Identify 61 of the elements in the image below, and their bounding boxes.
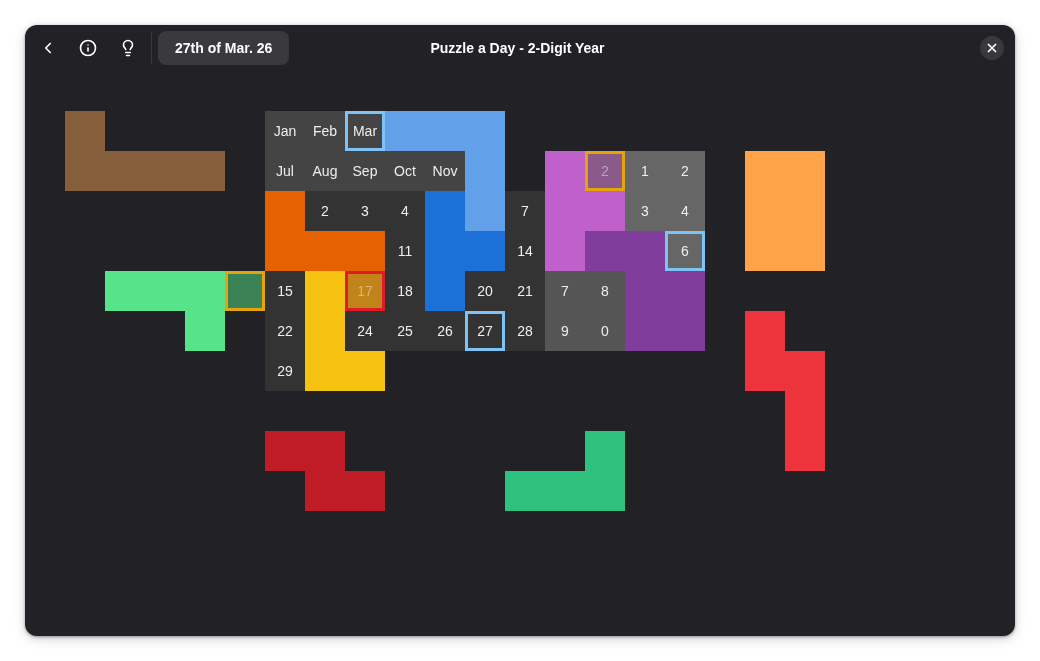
- board-cell: 6: [665, 231, 705, 271]
- board-cell: 22: [265, 311, 305, 351]
- board-cell: 3: [625, 191, 665, 231]
- board-cell: 15: [265, 271, 305, 311]
- board-cell: 7: [505, 191, 545, 231]
- piece-square[interactable]: [745, 311, 785, 351]
- piece-square[interactable]: [265, 431, 305, 471]
- board-cell: 17: [345, 271, 385, 311]
- piece-square[interactable]: [345, 231, 385, 271]
- piece-square[interactable]: [65, 111, 105, 151]
- piece-square[interactable]: [225, 271, 265, 311]
- piece-square[interactable]: [585, 431, 625, 471]
- piece-square[interactable]: [385, 111, 425, 151]
- piece-square[interactable]: [785, 431, 825, 471]
- board-cell: 9: [545, 311, 585, 351]
- piece-square[interactable]: [545, 151, 585, 191]
- board-cell: 2: [665, 151, 705, 191]
- board-cell: 2: [585, 151, 625, 191]
- close-icon: [985, 41, 999, 55]
- board-cell: Oct: [385, 151, 425, 191]
- board-cell: Nov: [425, 151, 465, 191]
- board-cell: 29: [265, 351, 305, 391]
- board-cell: 4: [665, 191, 705, 231]
- info-icon: [79, 39, 97, 57]
- piece-square[interactable]: [585, 231, 625, 271]
- piece-square[interactable]: [425, 271, 465, 311]
- board-cell: 0: [585, 311, 625, 351]
- piece-square[interactable]: [265, 191, 305, 231]
- board-cell: 21: [505, 271, 545, 311]
- board-cell: 4: [385, 191, 425, 231]
- piece-square[interactable]: [425, 191, 465, 231]
- piece-square[interactable]: [545, 231, 585, 271]
- board-cell: 25: [385, 311, 425, 351]
- piece-square[interactable]: [345, 471, 385, 511]
- board-cell: Aug: [305, 151, 345, 191]
- board-cell: 20: [465, 271, 505, 311]
- board-cell: Jan: [265, 111, 305, 151]
- board-cell: 1: [625, 151, 665, 191]
- board-cell: 18: [385, 271, 425, 311]
- board-cell: 7: [545, 271, 585, 311]
- board-cell: 2: [305, 191, 345, 231]
- window-title: Puzzle a Day - 2-Digit Year: [430, 40, 605, 56]
- board-cell: 24: [345, 311, 385, 351]
- piece-square[interactable]: [505, 471, 545, 511]
- piece-square[interactable]: [465, 231, 505, 271]
- board-cell: 28: [505, 311, 545, 351]
- board-cell: 11: [385, 231, 425, 271]
- board-cell: 27: [465, 311, 505, 351]
- date-button[interactable]: 27th of Mar. 26: [158, 31, 290, 65]
- piece-square[interactable]: [465, 191, 505, 231]
- piece-square[interactable]: [185, 151, 225, 191]
- board-cell: Jul: [265, 151, 305, 191]
- board-cell: 3: [345, 191, 385, 231]
- board-cell: 26: [425, 311, 465, 351]
- board-cell: Mar: [345, 111, 385, 151]
- board-cell: 8: [585, 271, 625, 311]
- board-cell: Sep: [345, 151, 385, 191]
- board-cell: Feb: [305, 111, 345, 151]
- board-cell: 14: [505, 231, 545, 271]
- close-button[interactable]: [980, 36, 1004, 60]
- piece-square[interactable]: [585, 191, 625, 231]
